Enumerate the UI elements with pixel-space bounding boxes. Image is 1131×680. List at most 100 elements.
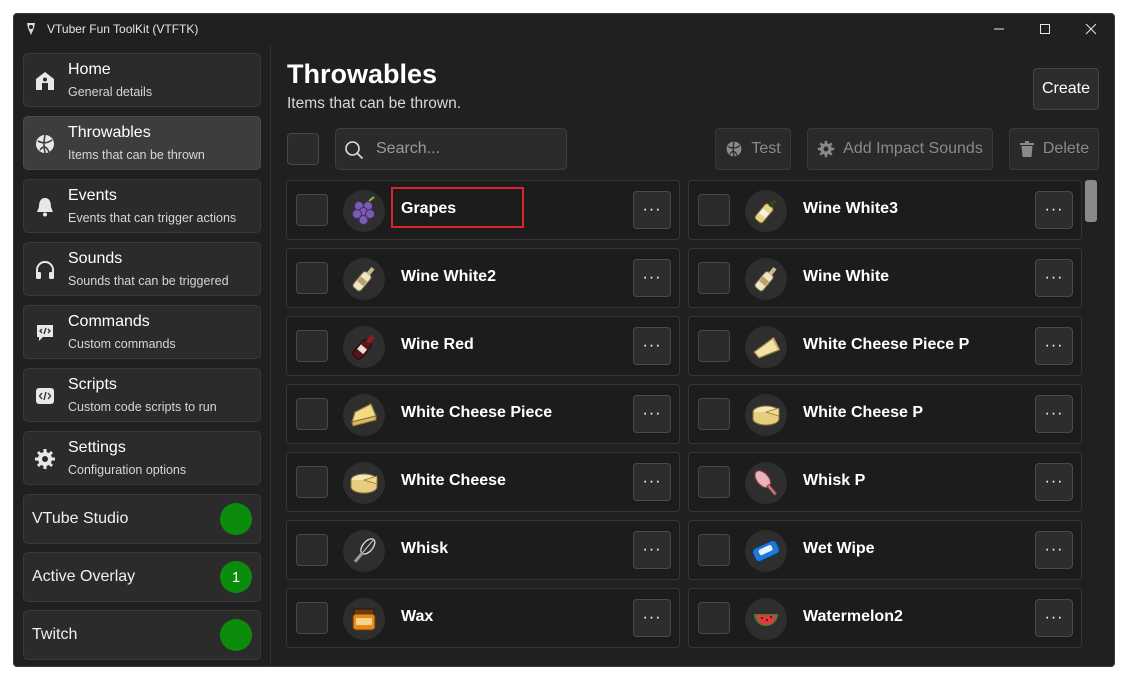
item-menu-button[interactable]: ··· — [1035, 599, 1073, 637]
list-item[interactable]: Watermelon2 ··· — [688, 588, 1082, 648]
search-input[interactable] — [376, 129, 561, 169]
impact-label: Add Impact Sounds — [843, 140, 983, 157]
sidebar-item-throwables[interactable]: Throwables Items that can be thrown — [23, 116, 261, 170]
minimize-icon — [994, 28, 1004, 30]
select-all-checkbox[interactable] — [287, 133, 319, 165]
item-menu-button[interactable]: ··· — [1035, 463, 1073, 501]
sidebar-item-scripts[interactable]: Scripts Custom code scripts to run — [23, 368, 261, 422]
item-menu-button[interactable]: ··· — [1035, 191, 1073, 229]
item-name: Wax — [401, 608, 434, 625]
item-checkbox[interactable] — [296, 330, 328, 362]
close-icon — [1085, 23, 1097, 35]
maximize-icon — [1040, 24, 1050, 34]
wax-jar-icon — [343, 598, 385, 640]
sidebar-item-home[interactable]: Home General details — [23, 53, 261, 107]
item-menu-button[interactable]: ··· — [1035, 259, 1073, 297]
item-menu-button[interactable]: ··· — [633, 531, 671, 569]
throwables-list: Grapes ··· Wine White3 ··· Wine White2 ·… — [286, 180, 1098, 650]
sidebar-item-commands[interactable]: Commands Custom commands — [23, 305, 261, 359]
sidebar-item-title: Events — [68, 187, 117, 204]
bell-icon — [33, 195, 57, 219]
item-checkbox[interactable] — [698, 466, 730, 498]
item-menu-button[interactable]: ··· — [633, 395, 671, 433]
wet-wipe-icon — [745, 530, 787, 572]
close-button[interactable] — [1068, 14, 1114, 44]
sidebar-item-sounds[interactable]: Sounds Sounds that can be triggered — [23, 242, 261, 296]
list-item[interactable]: Whisk P ··· — [688, 452, 1082, 512]
item-checkbox[interactable] — [296, 466, 328, 498]
list-item[interactable]: Wet Wipe ··· — [688, 520, 1082, 580]
sidebar-divider — [270, 44, 271, 666]
item-name: Watermelon2 — [803, 608, 903, 625]
item-checkbox[interactable] — [698, 602, 730, 634]
title-bar: VTuber Fun ToolKit (VTFTK) — [14, 14, 1114, 44]
delete-button[interactable]: Delete — [1009, 128, 1099, 170]
sidebar-item-title: Commands — [68, 313, 150, 330]
item-menu-button[interactable]: ··· — [633, 327, 671, 365]
maximize-button[interactable] — [1022, 14, 1068, 44]
list-item[interactable]: Grapes ··· — [286, 180, 680, 240]
item-checkbox[interactable] — [296, 194, 328, 226]
wine-bottle-white-icon — [745, 190, 787, 232]
item-checkbox[interactable] — [698, 398, 730, 430]
item-menu-button[interactable]: ··· — [633, 599, 671, 637]
list-item[interactable]: Wine White2 ··· — [286, 248, 680, 308]
item-checkbox[interactable] — [296, 534, 328, 566]
search-box[interactable] — [335, 128, 567, 170]
list-item[interactable]: White Cheese ··· — [286, 452, 680, 512]
status-active-overlay[interactable]: Active Overlay 1 — [23, 552, 261, 602]
list-scrollbar[interactable] — [1082, 180, 1098, 650]
sidebar-item-title: Settings — [68, 439, 126, 456]
item-checkbox[interactable] — [296, 262, 328, 294]
status-label: Active Overlay — [32, 568, 136, 585]
sidebar-item-settings[interactable]: Settings Configuration options — [23, 431, 261, 485]
window-title: VTuber Fun ToolKit (VTFTK) — [47, 22, 199, 36]
list-item[interactable]: Wine White ··· — [688, 248, 1082, 308]
item-checkbox[interactable] — [698, 194, 730, 226]
app-window: VTuber Fun ToolKit (VTFTK) Home General … — [13, 13, 1115, 667]
page-subtitle: Items that can be thrown. — [287, 95, 462, 112]
status-twitch[interactable]: Twitch — [23, 610, 261, 660]
sidebar-item-title: Throwables — [68, 124, 151, 141]
item-menu-button[interactable]: ··· — [633, 463, 671, 501]
sidebar-item-subtitle: Custom code scripts to run — [68, 400, 217, 414]
status-indicator — [220, 503, 252, 535]
cheese-piece-icon — [745, 326, 787, 368]
whisk-pink-icon — [745, 462, 787, 504]
add-impact-sounds-button[interactable]: Add Impact Sounds — [807, 128, 993, 170]
cheese-wheel-icon — [745, 394, 787, 436]
scrollbar-thumb[interactable] — [1085, 180, 1097, 222]
watermelon-icon — [745, 598, 787, 640]
item-menu-button[interactable]: ··· — [1035, 395, 1073, 433]
search-icon — [345, 141, 364, 160]
item-name: White Cheese P — [803, 404, 924, 421]
list-item[interactable]: White Cheese Piece ··· — [286, 384, 680, 444]
item-name: Wine White — [803, 268, 890, 285]
item-name: White Cheese Piece — [401, 404, 553, 421]
item-checkbox[interactable] — [698, 534, 730, 566]
list-item[interactable]: Whisk ··· — [286, 520, 680, 580]
sidebar-item-subtitle: Configuration options — [68, 463, 187, 477]
status-vtube-studio[interactable]: VTube Studio — [23, 494, 261, 544]
item-checkbox[interactable] — [698, 330, 730, 362]
item-checkbox[interactable] — [296, 398, 328, 430]
item-checkbox[interactable] — [698, 262, 730, 294]
list-item[interactable]: Wine White3 ··· — [688, 180, 1082, 240]
sidebar-item-events[interactable]: Events Events that can trigger actions — [23, 179, 261, 233]
item-menu-button[interactable]: ··· — [633, 191, 671, 229]
list-item[interactable]: White Cheese Piece P ··· — [688, 316, 1082, 376]
list-item[interactable]: White Cheese P ··· — [688, 384, 1082, 444]
item-menu-button[interactable]: ··· — [1035, 327, 1073, 365]
item-checkbox[interactable] — [296, 602, 328, 634]
item-menu-button[interactable]: ··· — [633, 259, 671, 297]
headphones-icon — [33, 258, 57, 282]
test-button[interactable]: Test — [715, 128, 791, 170]
page-title: Throwables — [287, 59, 438, 89]
minimize-button[interactable] — [976, 14, 1022, 44]
item-name: Whisk — [401, 540, 449, 557]
list-item[interactable]: Wine Red ··· — [286, 316, 680, 376]
item-menu-button[interactable]: ··· — [1035, 531, 1073, 569]
create-button[interactable]: Create — [1033, 68, 1099, 110]
selection-highlight — [391, 187, 524, 228]
list-item[interactable]: Wax ··· — [286, 588, 680, 648]
